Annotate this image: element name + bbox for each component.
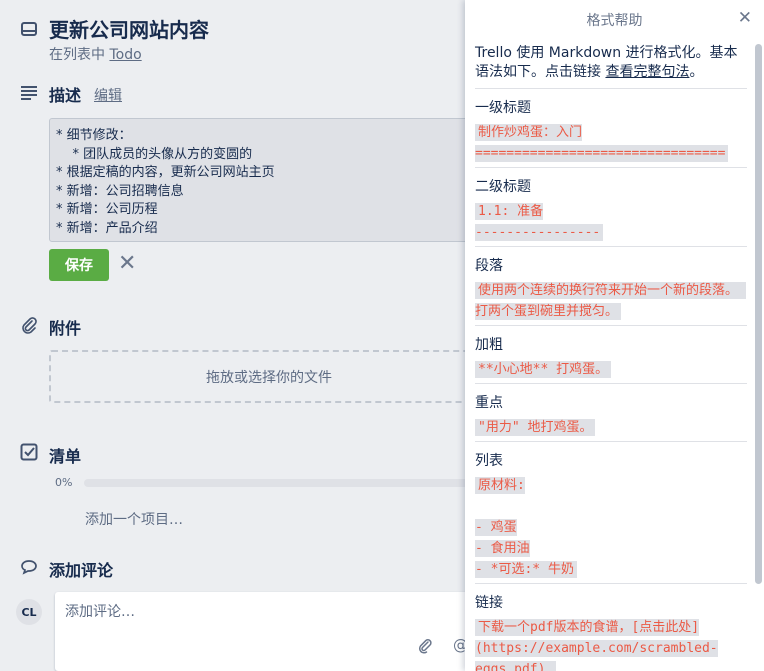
help-section: 列表原材料: - 鸡蛋 - 食用油 - *可选:* 牛奶 <box>475 442 747 584</box>
help-section-example: 制作炒鸡蛋：入门 ===============================… <box>475 124 729 162</box>
help-section-title: 加粗 <box>475 337 503 353</box>
help-section-example: 1.1: 准备 ---------------- <box>475 203 604 241</box>
card-title[interactable]: 更新公司网站内容 <box>49 14 209 43</box>
help-section: 二级标题 1.1: 准备 ---------------- <box>475 168 747 247</box>
help-section-example: 使用两个连续的换行符来开始一个新的段落。 打两个蛋到碗里并搅匀。 <box>475 282 746 320</box>
help-section-title: 段落 <box>475 258 503 274</box>
checklist-icon <box>20 443 38 461</box>
description-textarea[interactable]: * 细节修改： * 团队成员的头像从方的变圆的 * 根据定稿的内容，更新公司网站… <box>49 118 479 242</box>
comment-box[interactable]: 添加评论… @ <box>55 592 485 671</box>
add-checklist-item-button[interactable]: 添加一个项目… <box>85 509 183 529</box>
markdown-help-panel: 格式帮助 ✕ Trello 使用 Markdown 进行格式化。基本语法如下。点… <box>465 0 764 671</box>
attachment-icon[interactable] <box>417 638 433 654</box>
help-section-title: 链接 <box>475 595 503 611</box>
paperclip-icon <box>20 316 38 334</box>
list-link[interactable]: Todo <box>109 47 141 63</box>
help-section-title: 列表 <box>475 453 503 469</box>
help-title: 格式帮助 <box>586 13 643 29</box>
help-section-title: 重点 <box>475 395 503 411</box>
checklist-progress-bar <box>84 479 484 487</box>
description-heading: 描述 <box>49 86 82 105</box>
save-button[interactable]: 保存 <box>49 249 109 281</box>
description-icon <box>20 84 38 102</box>
comment-icon <box>20 558 38 576</box>
add-comment-heading: 添加评论 <box>49 561 114 580</box>
file-dropzone[interactable]: 拖放或选择你的文件 <box>49 350 489 403</box>
help-section-example: "用力" 地打鸡蛋。 <box>475 419 596 436</box>
help-section-example: 下载一个pdf版本的食谱，[点击此处](https://example.com/… <box>475 619 718 671</box>
card-icon <box>20 20 38 38</box>
checklist-progress-percent: 0% <box>55 476 73 489</box>
help-section: 一级标题制作炒鸡蛋：入门 ===========================… <box>475 89 747 168</box>
help-section: 重点 "用力" 地打鸡蛋。 <box>475 384 747 442</box>
help-section: 链接下载一个pdf版本的食谱，[点击此处](https://example.co… <box>475 584 747 671</box>
cancel-edit-icon[interactable]: ✕ <box>118 253 136 275</box>
help-intro: Trello 使用 Markdown 进行格式化。基本语法如下。点击链接 查看完… <box>475 44 747 89</box>
help-section: 段落使用两个连续的换行符来开始一个新的段落。 打两个蛋到碗里并搅匀。 <box>475 247 747 326</box>
checklist-heading: 清单 <box>49 447 82 466</box>
comment-input[interactable]: 添加评论… <box>65 601 135 621</box>
help-section: 加粗 **小心地** 打鸡蛋。 <box>475 326 747 384</box>
scrollbar[interactable] <box>755 44 762 584</box>
help-section-title: 一级标题 <box>475 100 531 116</box>
avatar[interactable]: CL <box>16 599 42 625</box>
edit-description-link[interactable]: 编辑 <box>94 85 122 105</box>
attachments-heading: 附件 <box>49 319 82 338</box>
help-header: 格式帮助 ✕ <box>465 0 764 36</box>
close-icon[interactable]: ✕ <box>738 8 752 28</box>
help-body: Trello 使用 Markdown 进行格式化。基本语法如下。点击链接 查看完… <box>475 44 747 671</box>
help-section-title: 二级标题 <box>475 179 531 195</box>
help-section-example: **小心地** 打鸡蛋。 <box>475 361 612 378</box>
in-list-label: 在列表中 Todo <box>49 47 142 63</box>
help-section-example: 原材料: - 鸡蛋 - 食用油 - *可选:* 牛奶 <box>475 477 577 578</box>
full-syntax-link[interactable]: 查看完整句法 <box>605 64 689 80</box>
